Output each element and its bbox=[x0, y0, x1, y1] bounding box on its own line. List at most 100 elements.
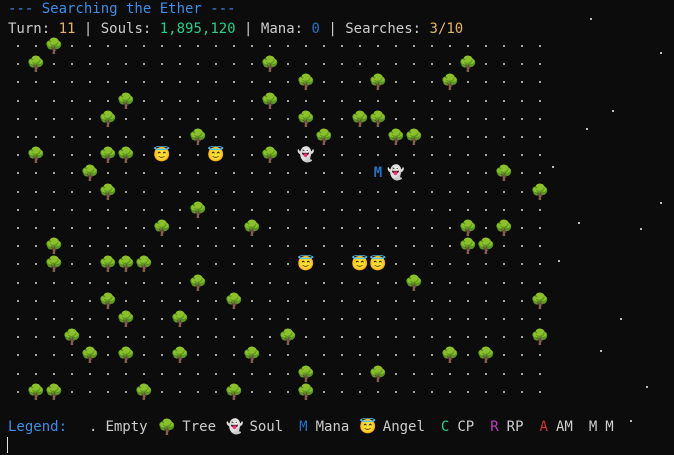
empty-cell-dot bbox=[485, 318, 487, 320]
map-cell-tree: 🌳 bbox=[297, 383, 316, 401]
empty-cell-dot bbox=[125, 390, 127, 393]
empty-cell-dot bbox=[71, 245, 73, 248]
empty-cell-dot bbox=[89, 99, 91, 102]
empty-cell-dot bbox=[341, 390, 343, 393]
empty-cell-dot bbox=[89, 227, 91, 229]
tree-icon: 🌳 bbox=[157, 418, 177, 436]
tree-icon: 🌳 bbox=[224, 382, 244, 401]
map-cell-tree: 🌳 bbox=[117, 346, 136, 364]
empty-cell-dot bbox=[287, 99, 289, 102]
empty-cell-dot bbox=[539, 390, 541, 393]
empty-cell-dot bbox=[17, 208, 19, 211]
legend-am-symbol: A bbox=[539, 419, 548, 435]
empty-cell-dot bbox=[197, 99, 199, 102]
empty-cell-dot bbox=[215, 245, 217, 248]
empty-cell-dot bbox=[485, 208, 487, 211]
empty-cell-dot bbox=[17, 154, 19, 157]
empty-cell-dot bbox=[89, 63, 91, 66]
empty-cell-dot bbox=[233, 227, 235, 229]
empty-cell-dot bbox=[359, 299, 361, 302]
empty-cell-dot bbox=[323, 299, 325, 302]
empty-cell-dot bbox=[503, 154, 505, 157]
empty-cell-dot bbox=[35, 208, 37, 211]
empty-cell-dot bbox=[17, 117, 19, 120]
empty-cell-dot bbox=[377, 390, 379, 393]
empty-cell-dot bbox=[71, 45, 73, 47]
map-cell-tree: 🌳 bbox=[297, 110, 316, 128]
empty-cell-dot bbox=[251, 299, 253, 302]
background-star bbox=[620, 318, 622, 320]
empty-cell-dot bbox=[233, 354, 235, 357]
empty-cell-dot bbox=[287, 190, 289, 193]
empty-cell-dot bbox=[269, 45, 271, 47]
empty-cell-dot bbox=[431, 208, 433, 211]
empty-cell-dot bbox=[53, 190, 55, 193]
empty-cell-dot bbox=[269, 227, 271, 229]
empty-cell-dot bbox=[89, 318, 91, 320]
empty-cell-dot bbox=[323, 190, 325, 193]
map-cell-tree: 🌳 bbox=[441, 73, 460, 91]
tree-icon: 🌳 bbox=[188, 200, 208, 219]
empty-cell-dot bbox=[323, 318, 325, 320]
tree-icon: 🌳 bbox=[260, 146, 280, 165]
empty-cell-dot bbox=[341, 154, 343, 157]
empty-cell-dot bbox=[377, 227, 379, 229]
tree-icon: 🌳 bbox=[404, 273, 424, 292]
empty-cell-dot bbox=[359, 336, 361, 339]
tree-icon: 🌳 bbox=[116, 310, 136, 328]
empty-cell-dot bbox=[539, 45, 541, 47]
empty-cell-dot bbox=[251, 208, 253, 211]
empty-cell-dot bbox=[467, 299, 469, 302]
empty-cell-dot bbox=[431, 99, 433, 102]
map-cell-tree: 🌳 bbox=[27, 146, 46, 164]
empty-cell-dot bbox=[215, 336, 217, 339]
empty-cell-dot bbox=[71, 117, 73, 120]
empty-cell-dot bbox=[179, 63, 181, 66]
empty-cell-dot bbox=[107, 63, 109, 66]
empty-cell-dot bbox=[503, 299, 505, 302]
empty-cell-dot bbox=[233, 318, 235, 320]
empty-cell-dot bbox=[449, 299, 451, 302]
empty-cell-dot bbox=[521, 190, 523, 193]
empty-cell-dot bbox=[197, 81, 199, 84]
empty-cell-dot bbox=[449, 336, 451, 339]
empty-cell-dot bbox=[35, 117, 37, 120]
empty-cell-dot bbox=[341, 45, 343, 47]
empty-cell-dot bbox=[449, 99, 451, 102]
tree-icon: 🌳 bbox=[188, 128, 208, 146]
empty-cell-dot bbox=[35, 190, 37, 193]
empty-cell-dot bbox=[215, 390, 217, 393]
empty-cell-dot bbox=[71, 227, 73, 229]
empty-cell-dot bbox=[431, 281, 433, 284]
tree-icon: 🌳 bbox=[242, 219, 262, 237]
empty-cell-dot bbox=[521, 299, 523, 302]
ghost-icon: 👻 bbox=[297, 147, 315, 164]
empty-cell-dot bbox=[269, 354, 271, 357]
tree-icon: 🌳 bbox=[224, 291, 244, 310]
empty-cell-dot bbox=[143, 117, 145, 120]
empty-cell-dot bbox=[431, 154, 433, 157]
empty-cell-dot bbox=[341, 299, 343, 302]
empty-cell-dot bbox=[413, 354, 415, 357]
tree-icon: 🌳 bbox=[476, 237, 496, 256]
legend-rp-label: RP bbox=[506, 419, 524, 435]
empty-cell-dot bbox=[233, 263, 235, 266]
empty-cell-dot bbox=[179, 227, 181, 229]
empty-cell-dot bbox=[503, 318, 505, 320]
empty-cell-dot bbox=[143, 208, 145, 211]
empty-cell-dot bbox=[17, 136, 19, 138]
empty-cell-dot bbox=[413, 117, 415, 120]
empty-cell-dot bbox=[485, 372, 487, 375]
empty-cell-dot bbox=[125, 136, 127, 138]
map-cell-tree: 🌳 bbox=[117, 146, 136, 164]
tree-icon: 🌳 bbox=[494, 164, 514, 183]
souls-value: 1,895,120 bbox=[159, 21, 236, 37]
legend-empty-symbol: . bbox=[89, 419, 98, 435]
empty-cell-dot bbox=[143, 318, 145, 320]
empty-cell-dot bbox=[467, 154, 469, 157]
empty-cell-dot bbox=[431, 81, 433, 84]
empty-cell-dot bbox=[161, 372, 163, 375]
empty-cell-dot bbox=[305, 354, 307, 357]
map-cell-tree: 🌳 bbox=[495, 219, 514, 237]
empty-cell-dot bbox=[377, 354, 379, 357]
